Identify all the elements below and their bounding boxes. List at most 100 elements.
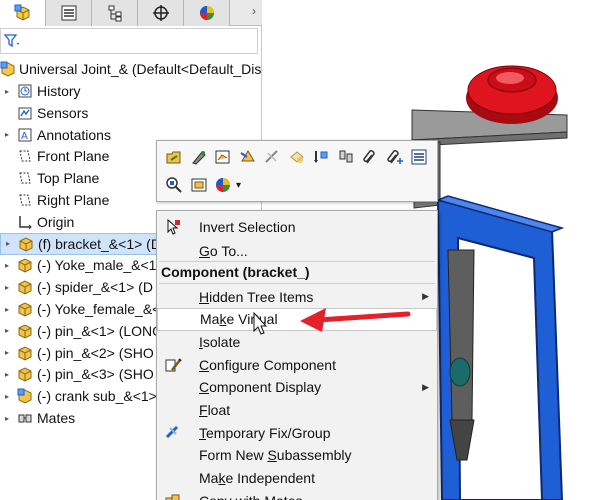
menu-item-make-independent[interactable]: Make Independent bbox=[157, 467, 437, 490]
subassembly-icon bbox=[16, 387, 34, 405]
tree-item-label: (-) Yoke_female_&< bbox=[37, 301, 161, 317]
menu-item-make-virtual[interactable]: Make Virtual bbox=[157, 307, 437, 331]
tree-item-label: (-) crank sub_&<1> bbox=[37, 388, 157, 405]
submenu-arrow-icon: ▶ bbox=[422, 381, 429, 392]
expand-arrow-icon[interactable]: ▸ bbox=[2, 261, 12, 270]
copy-with-mates-icon bbox=[163, 491, 183, 500]
part-icon bbox=[16, 300, 34, 318]
menu-item-isolate[interactable]: Isolate bbox=[157, 330, 437, 353]
tree-filter-bar[interactable] bbox=[0, 28, 258, 54]
menu-item-label: Make Independent bbox=[199, 470, 315, 487]
tab-dimxpert-manager[interactable] bbox=[138, 0, 184, 26]
edit-part-icon[interactable] bbox=[188, 146, 210, 168]
menu-item-label: Go To... bbox=[199, 242, 248, 259]
expand-arrow-icon[interactable]: ▸ bbox=[2, 87, 12, 96]
part-icon bbox=[17, 235, 35, 253]
tab-display-manager[interactable] bbox=[184, 0, 230, 26]
assembly-edit-icon[interactable] bbox=[212, 146, 234, 168]
part-icon bbox=[16, 344, 34, 362]
hide-show-icon[interactable] bbox=[237, 146, 259, 168]
svg-text:A: A bbox=[21, 131, 28, 142]
menu-item-label: Copy with Mates bbox=[199, 493, 302, 500]
tree-root-label: Universal Joint_& (Default<Default_Disp bbox=[19, 61, 270, 77]
menu-item-label: Temporary Fix/Group bbox=[199, 424, 331, 441]
tree-item-label: Right Plane bbox=[37, 192, 110, 208]
move-component-icon[interactable] bbox=[335, 146, 357, 168]
expand-arrow-icon[interactable]: ▸ bbox=[2, 305, 12, 314]
sensor-icon bbox=[16, 104, 34, 122]
menu-item-float[interactable]: Float bbox=[157, 399, 437, 422]
suppress-icon[interactable] bbox=[261, 146, 283, 168]
expand-arrow-icon[interactable]: ▸ bbox=[2, 370, 12, 379]
menu-item-hidden-tree-items[interactable]: Hidden Tree Items ▶ bbox=[157, 285, 437, 308]
tree-item-label: (-) pin_&<3> (SHO bbox=[37, 366, 154, 383]
configure-component-icon bbox=[163, 355, 183, 375]
tree-item-label: Front Plane bbox=[37, 148, 110, 165]
tab-property-manager[interactable] bbox=[46, 0, 92, 26]
menu-separator bbox=[159, 283, 435, 284]
menu-item-go-to[interactable]: Go To... bbox=[157, 239, 437, 262]
tree-root-assembly[interactable]: Universal Joint_& (Default<Default_Disp bbox=[0, 58, 269, 80]
invert-selection-icon bbox=[163, 217, 183, 237]
tree-item-label: History bbox=[37, 83, 81, 99]
tree-item[interactable]: Sensors bbox=[0, 102, 262, 124]
filter-icon[interactable] bbox=[4, 34, 20, 48]
part-icon bbox=[16, 365, 34, 383]
plane-icon bbox=[16, 147, 34, 165]
properties-table-icon[interactable] bbox=[408, 146, 430, 168]
menu-item-temporary-fix-group[interactable]: Temporary Fix/Group bbox=[157, 421, 437, 444]
tab-overflow-arrow[interactable]: › bbox=[252, 4, 256, 18]
menu-section-header: Component (bracket_) bbox=[161, 264, 310, 280]
part-icon bbox=[16, 256, 34, 274]
paperclip-icon[interactable] bbox=[359, 146, 381, 168]
submenu-arrow-icon: ▶ bbox=[422, 291, 429, 301]
menu-item-component-display[interactable]: Component Display ▶ bbox=[157, 376, 437, 399]
expand-arrow-icon[interactable]: ▸ bbox=[2, 130, 12, 139]
paperclip-add-icon[interactable] bbox=[384, 146, 406, 168]
appearance-icon[interactable] bbox=[212, 174, 234, 196]
menu-item-configure-component[interactable]: Configure Component bbox=[157, 353, 437, 376]
menu-item-form-new-subassembly[interactable]: Form New Subassembly bbox=[157, 444, 437, 467]
menu-item-label: Isolate bbox=[199, 333, 241, 350]
assembly-icon bbox=[0, 60, 16, 78]
origin-icon bbox=[16, 213, 34, 231]
change-transparency-icon[interactable] bbox=[286, 146, 308, 168]
tree-item-label: Annotations bbox=[37, 126, 111, 143]
menu-item-label: Invert Selection bbox=[199, 218, 296, 235]
zoom-selection-icon[interactable] bbox=[163, 174, 185, 196]
tab-feature-manager[interactable] bbox=[0, 0, 46, 26]
insert-mate-icon[interactable] bbox=[310, 146, 332, 168]
assembly-icon bbox=[14, 4, 29, 21]
annotation-icon: A bbox=[16, 126, 34, 144]
expand-arrow-icon[interactable]: ▸ bbox=[2, 348, 12, 357]
tree-item-label: Sensors bbox=[37, 104, 89, 121]
part-icon bbox=[16, 322, 34, 340]
tree-item-label: (-) Yoke_male_&<1 bbox=[37, 257, 157, 274]
expand-arrow-icon[interactable]: ▸ bbox=[2, 326, 12, 335]
configuration-icon bbox=[108, 5, 121, 22]
menu-item-label: Form New Subassembly bbox=[199, 447, 352, 464]
open-part-icon[interactable] bbox=[163, 146, 185, 168]
isolate-view-icon[interactable] bbox=[188, 174, 210, 196]
expand-arrow-icon[interactable]: ▸ bbox=[3, 239, 13, 248]
tree-item-label: Origin bbox=[37, 213, 75, 230]
tab-configuration-manager[interactable] bbox=[92, 0, 138, 26]
expand-arrow-icon[interactable]: ▸ bbox=[2, 283, 12, 292]
menu-item-invert-selection[interactable]: Invert Selection bbox=[157, 215, 437, 238]
mates-icon bbox=[16, 409, 34, 427]
tree-item[interactable]: ▸ History bbox=[0, 80, 262, 102]
tree-item-label: Top Plane bbox=[37, 170, 100, 187]
plane-icon bbox=[16, 191, 34, 209]
crosshair-icon bbox=[152, 5, 169, 21]
tree-item-label: (-) pin_&<1> (LONG bbox=[37, 322, 164, 339]
menu-item-label: Float bbox=[199, 402, 231, 418]
menu-item-copy-with-mates[interactable]: Copy with Mates bbox=[157, 489, 437, 500]
expand-arrow-icon[interactable]: ▸ bbox=[2, 414, 12, 423]
manager-tab-strip: › bbox=[0, 0, 262, 26]
menu-item-label: Make Virtual bbox=[200, 311, 278, 328]
expand-arrow-icon[interactable]: ▸ bbox=[2, 392, 12, 401]
toolbar-more-dropdown[interactable]: ▾ bbox=[233, 174, 245, 196]
context-toolbar: ▾ bbox=[156, 140, 438, 202]
property-list-icon bbox=[61, 5, 76, 21]
menu-item-label: Hidden Tree Items bbox=[199, 288, 314, 305]
